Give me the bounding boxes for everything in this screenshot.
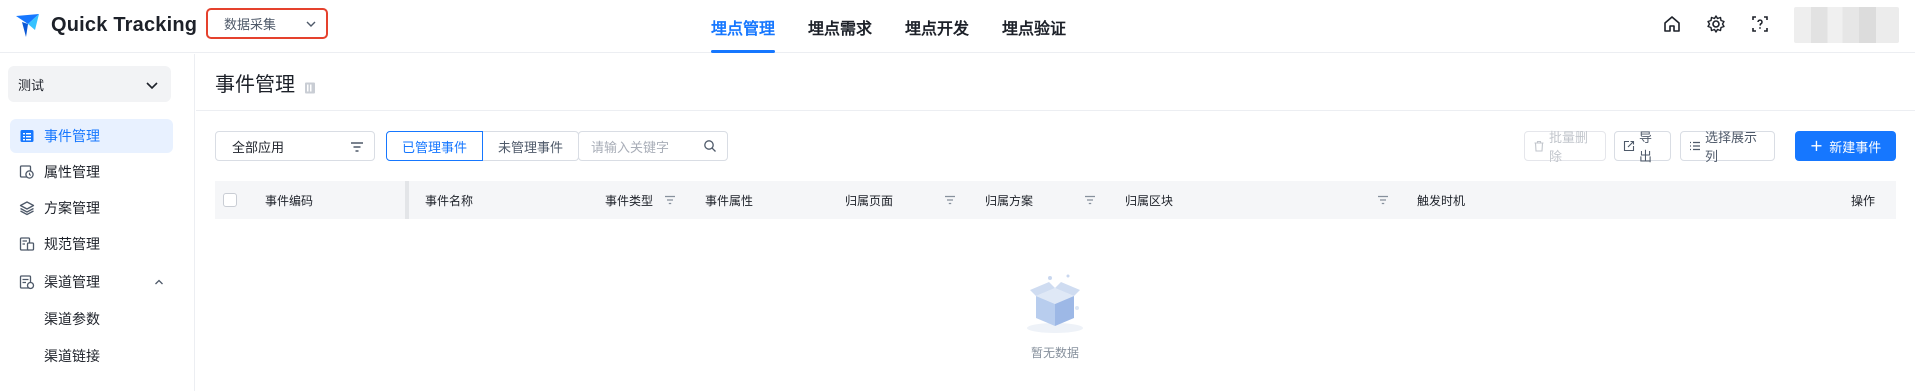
export-label: 导出 (1639, 131, 1653, 165)
select-all-checkbox[interactable] (223, 193, 237, 207)
filter-icon[interactable] (1377, 181, 1389, 219)
search-input[interactable]: 请输入关键字 (578, 131, 728, 161)
app-filter-value: 全部应用 (232, 140, 285, 156)
layers-icon (18, 199, 36, 217)
app-filter-select[interactable]: 全部应用 (215, 131, 375, 161)
header-actions (1660, 12, 1792, 36)
sidebar-item-event-management[interactable]: 事件管理 (10, 119, 173, 153)
filter-icon (350, 140, 364, 158)
sidebar-item-label: 事件管理 (44, 129, 100, 145)
batch-delete-label: 批量删除 (1549, 131, 1589, 165)
sidebar-item-plan-management[interactable]: 方案管理 (10, 191, 173, 225)
filter-icon[interactable] (1084, 181, 1096, 219)
logo[interactable]: Quick Tracking (13, 9, 197, 41)
property-icon (18, 163, 36, 181)
top-nav: 埋点管理 埋点需求 埋点开发 埋点验证 (711, 0, 1099, 53)
chevron-down-icon (305, 18, 317, 30)
column-header-actions: 操作 (1851, 193, 1876, 208)
search-placeholder: 请输入关键字 (591, 140, 670, 156)
list-icon (1689, 140, 1701, 152)
trash-icon (1533, 140, 1545, 152)
column-header-event-name: 事件名称 (425, 193, 474, 208)
column-header-block: 归属区块 (1125, 193, 1174, 208)
sidebar: 测试 事件管理 属性管理 方案管理 规范管理 渠道管理 渠道参数 渠道链接 (0, 54, 195, 391)
app-name: Quick Tracking (51, 13, 198, 36)
column-header-event-code: 事件编码 (265, 193, 314, 208)
plus-icon: + (1809, 136, 1824, 155)
choose-columns-button[interactable]: 选择展示列 (1680, 131, 1775, 165)
export-icon (1623, 140, 1635, 152)
export-button[interactable]: 导出 (1614, 131, 1671, 165)
settings-icon[interactable] (1704, 12, 1728, 36)
column-header-label: 事件类型 (605, 193, 654, 208)
sidebar-subitem-channel-params[interactable]: 渠道参数 (44, 304, 100, 334)
tab-managed-events[interactable]: 已管理事件 (386, 131, 484, 161)
project-select-value: 测试 (18, 78, 45, 94)
quick-tracking-logo-icon (13, 10, 43, 40)
empty-message: 暂无数据 (1030, 346, 1079, 360)
column-header-trigger: 触发时机 (1417, 193, 1466, 208)
project-select[interactable]: 测试 (8, 66, 171, 102)
empty-state: 暂无数据 (1010, 270, 1100, 361)
choose-columns-label: 选择展示列 (1705, 131, 1758, 165)
sidebar-item-label: 属性管理 (44, 165, 100, 181)
column-header-plan: 归属方案 (985, 193, 1034, 208)
sidebar-item-label: 渠道管理 (44, 275, 100, 291)
document-icon[interactable] (303, 76, 317, 93)
sidebar-subitem-channel-links[interactable]: 渠道链接 (44, 341, 100, 371)
spec-icon (18, 235, 36, 253)
help-icon[interactable] (1748, 12, 1772, 36)
top-bar: Quick Tracking 数据采集 埋点管理 埋点需求 埋点开发 埋点验证 (0, 0, 1915, 53)
module-select-value: 数据采集 (224, 18, 277, 33)
column-header-page: 归属页面 (845, 193, 894, 208)
column-resize-handle[interactable] (405, 181, 409, 219)
nav-tracking-requirements[interactable]: 埋点需求 (808, 0, 872, 53)
batch-delete-button[interactable]: 批量删除 (1524, 131, 1606, 165)
new-event-label: 新建事件 (1829, 140, 1882, 156)
chevron-up-icon[interactable] (153, 276, 165, 292)
event-scope-segmented: 已管理事件 未管理事件 (386, 131, 580, 161)
channel-icon (18, 273, 36, 291)
table-header: 事件编码 事件名称 事件类型 事件属性 归属页面 归属方案 归属区块 触发时机 … (215, 181, 1896, 219)
nav-tracking-management[interactable]: 埋点管理 (711, 0, 776, 53)
event-list-icon (18, 127, 36, 145)
nav-tracking-verification[interactable]: 埋点验证 (1002, 0, 1066, 53)
home-icon[interactable] (1660, 12, 1684, 36)
sidebar-item-label: 方案管理 (44, 201, 100, 217)
nav-tracking-development[interactable]: 埋点开发 (905, 0, 969, 53)
filter-icon[interactable] (664, 181, 676, 219)
avatar[interactable] (1794, 7, 1899, 43)
search-icon[interactable] (703, 139, 717, 157)
sidebar-item-label: 规范管理 (44, 237, 100, 253)
column-header-event-properties: 事件属性 (705, 193, 754, 208)
page-title-text: 事件管理 (215, 72, 295, 96)
sidebar-item-spec-management[interactable]: 规范管理 (10, 227, 173, 261)
filter-icon[interactable] (944, 181, 956, 219)
new-event-button[interactable]: + 新建事件 (1795, 131, 1896, 161)
module-select[interactable]: 数据采集 (206, 8, 328, 39)
header-divider (196, 110, 1915, 111)
tab-unmanaged-events[interactable]: 未管理事件 (483, 131, 580, 161)
sidebar-item-property-management[interactable]: 属性管理 (10, 155, 173, 189)
sidebar-item-channel-management[interactable]: 渠道管理 (10, 265, 173, 299)
empty-box-icon (1010, 270, 1100, 340)
column-header-event-type: 事件类型 (605, 181, 653, 219)
chevron-down-icon (145, 78, 159, 96)
page-title: 事件管理 (215, 68, 317, 97)
